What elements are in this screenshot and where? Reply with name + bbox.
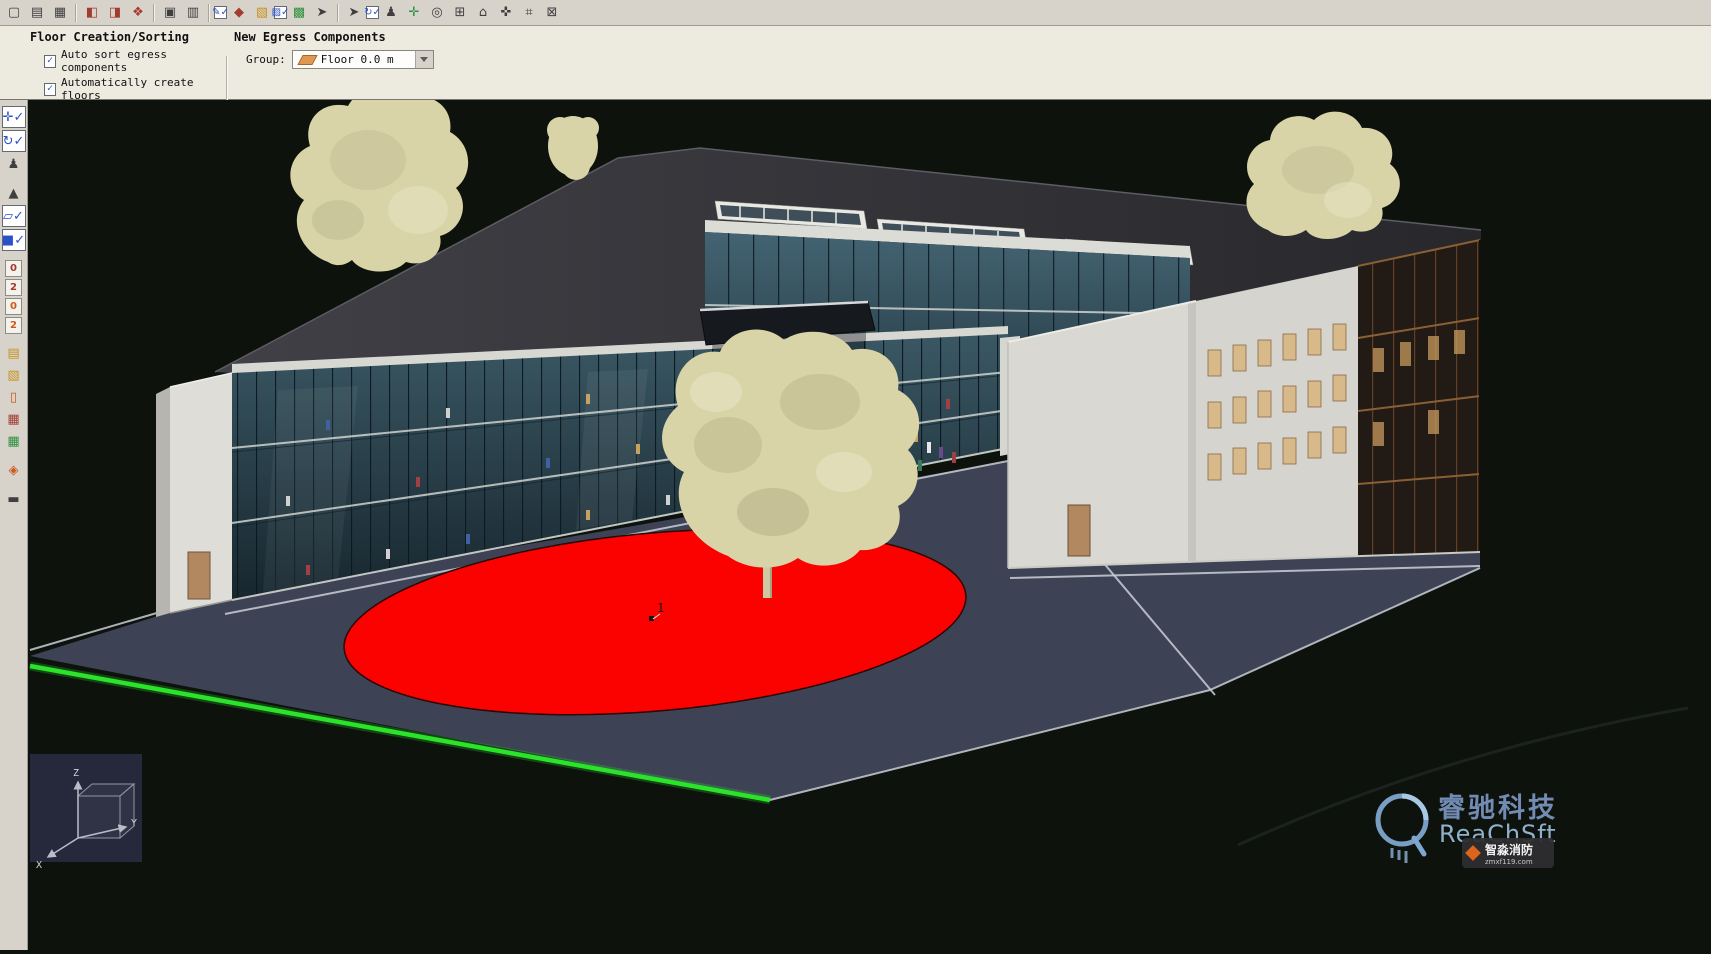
- toolbar-group-modes: ✎ ◆ ▧ ▨ ▩ ➤: [214, 2, 333, 24]
- toolbar-group-clipboard: ▣ ▥: [159, 2, 204, 24]
- auto-sort-checkbox[interactable]: [44, 55, 56, 68]
- cone-tool-icon[interactable]: ▲: [3, 183, 25, 203]
- copy-object-icon[interactable]: ▣: [159, 2, 181, 24]
- group-dropdown-value: Floor 0.0 m: [321, 53, 415, 66]
- end-wall-door[interactable]: [188, 552, 210, 599]
- left-end-wall[interactable]: [156, 373, 232, 617]
- measure-tool-icon[interactable]: ▬: [3, 489, 25, 509]
- auto-create-checkbox[interactable]: [44, 83, 56, 96]
- exit-red-tool-icon[interactable]: ▦: [3, 409, 25, 429]
- drawing-tools-icon[interactable]: ✎: [214, 6, 227, 19]
- auto-create-label: Automatically create floors: [61, 76, 224, 102]
- obstacle-tool-icon[interactable]: ▧: [3, 365, 25, 385]
- reset-camera-icon[interactable]: ⌂: [472, 2, 494, 24]
- ribbon-panel: Floor Creation/Sorting Auto sort egress …: [0, 26, 1711, 100]
- save-file-icon[interactable]: ▦: [49, 2, 71, 24]
- toolbar-separator: [337, 4, 339, 22]
- gizmo-z-label: Z: [73, 768, 79, 779]
- copy-view-icon[interactable]: ◨: [104, 2, 126, 24]
- plane-tool-icon[interactable]: ▱: [2, 205, 26, 227]
- svg-text:1: 1: [657, 601, 664, 615]
- record-movie-icon[interactable]: ➤: [311, 2, 333, 24]
- viewport-3d[interactable]: 1: [28, 100, 1711, 950]
- walk-tool-icon[interactable]: ♟: [380, 2, 402, 24]
- group-dropdown[interactable]: Floor 0.0 m: [292, 50, 434, 69]
- paste-object-icon[interactable]: ▥: [182, 2, 204, 24]
- main-toolbar: ▢ ▤ ▦ ◧ ◨ ❖ ▣ ▥ ✎ ◆ ▧ ▨ ▩ ➤ ➤ ↻ ♟ ✛ ◎ ⊞ …: [0, 0, 1711, 26]
- stairs-tool-icon[interactable]: ▤: [3, 343, 25, 363]
- imported-geometry-icon[interactable]: ▧: [251, 2, 273, 24]
- level-2-icon[interactable]: 2: [5, 317, 22, 334]
- group-row: Group: Floor 0.0 m: [246, 50, 452, 69]
- toolbar-separator: [75, 4, 77, 22]
- pan-tool-icon[interactable]: ✛: [403, 2, 425, 24]
- views-manager-icon[interactable]: ▨: [274, 6, 287, 19]
- component-tool-icon[interactable]: ◈: [3, 460, 25, 480]
- orbit-tool-icon[interactable]: ↻: [366, 6, 379, 19]
- orbit-view-tool-icon[interactable]: ↻: [2, 130, 26, 152]
- group-label: Group:: [246, 53, 286, 66]
- axis-gizmo[interactable]: Z Y X: [30, 754, 142, 871]
- auto-create-row: Automatically create floors: [44, 76, 224, 102]
- door-tool-icon[interactable]: ▯: [3, 387, 25, 407]
- toolbar-separator: [153, 4, 155, 22]
- crosshair-tool-icon[interactable]: ✜: [495, 2, 517, 24]
- layers-icon[interactable]: ▩: [288, 2, 310, 24]
- floor-glyph-icon: [297, 55, 317, 65]
- new-egress-panel: New Egress Components Group: Floor 0.0 m: [232, 26, 452, 69]
- zoom-tool-icon[interactable]: ◎: [426, 2, 448, 24]
- gizmo-x-label: X: [36, 860, 42, 871]
- move-tool-icon[interactable]: ✛: [2, 106, 26, 128]
- toolbar-group-file: ▢ ▤ ▦: [3, 2, 71, 24]
- dropdown-arrow-icon[interactable]: [415, 51, 433, 68]
- toolbar-group-view: ➤ ↻ ♟ ✛ ◎ ⊞ ⌂ ✜ ⌗ ⊠: [343, 2, 563, 24]
- results-3d-icon[interactable]: ◆: [228, 2, 250, 24]
- exit-green-tool-icon[interactable]: ▦: [3, 431, 25, 451]
- left-tool-column: ✛ ↻ ♟ ▲ ▱ ■ 0 2 0 2 ▤ ▧ ▯ ▦ ▦ ◈ ▬: [0, 100, 28, 950]
- level-0-icon[interactable]: 0: [5, 298, 22, 315]
- auto-sort-row: Auto sort egress components: [44, 48, 224, 74]
- export-image-icon[interactable]: ❖: [127, 2, 149, 24]
- show-grid-icon[interactable]: ⊠: [541, 2, 563, 24]
- floor-view-0-icon[interactable]: 0: [5, 260, 22, 277]
- right-wing-door[interactable]: [1068, 505, 1090, 556]
- gizmo-cube: [78, 784, 134, 838]
- floor-creation-title: Floor Creation/Sorting: [28, 26, 224, 46]
- toolbar-separator: [208, 4, 210, 22]
- open-file-icon[interactable]: ▤: [26, 2, 48, 24]
- room-tool-icon[interactable]: ■: [2, 229, 26, 251]
- scene-canvas[interactable]: 1: [28, 100, 1711, 950]
- snap-grid-icon[interactable]: ⌗: [518, 2, 540, 24]
- toolbar-group-capture: ◧ ◨ ❖: [81, 2, 149, 24]
- new-file-icon[interactable]: ▢: [3, 2, 25, 24]
- new-egress-title: New Egress Components: [232, 26, 452, 46]
- zoom-box-tool-icon[interactable]: ⊞: [449, 2, 471, 24]
- capture-view-icon[interactable]: ◧: [81, 2, 103, 24]
- gizmo-y-label: Y: [131, 818, 137, 829]
- floor-view-2-icon[interactable]: 2: [5, 279, 22, 296]
- select-tool-icon[interactable]: ➤: [343, 2, 365, 24]
- walk-view-tool-icon[interactable]: ♟: [3, 154, 25, 174]
- auto-sort-label: Auto sort egress components: [61, 48, 224, 74]
